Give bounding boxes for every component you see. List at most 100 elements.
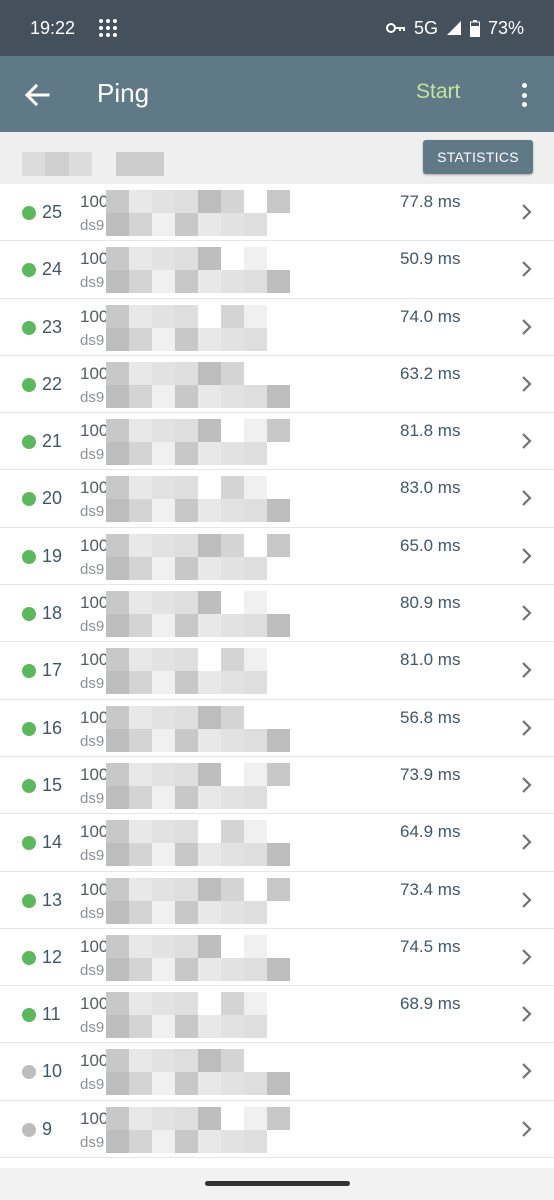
more-vert-icon[interactable] bbox=[514, 80, 534, 110]
host-name: ds9 bbox=[80, 1019, 105, 1037]
signal-icon bbox=[446, 21, 461, 35]
host-name: ds9 bbox=[80, 675, 105, 693]
chevron-right-icon[interactable] bbox=[518, 1004, 536, 1024]
sequence-number: 16 bbox=[42, 717, 63, 738]
response-time: 50.9 ms bbox=[400, 249, 461, 269]
navigation-bar bbox=[0, 1168, 554, 1200]
sequence-number: 11 bbox=[42, 1004, 61, 1025]
chevron-right-icon[interactable] bbox=[518, 431, 536, 451]
sequence-number: 13 bbox=[42, 889, 63, 910]
status-dot-icon bbox=[22, 206, 36, 220]
ping-result-row[interactable]: 19 100 ds9 65.0 ms bbox=[0, 527, 554, 586]
redacted-block bbox=[45, 152, 69, 176]
sequence-number: 12 bbox=[42, 946, 63, 967]
ping-result-row[interactable]: 23 100 ds9 74.0 ms bbox=[0, 298, 554, 356]
chevron-right-icon[interactable] bbox=[518, 947, 536, 967]
ping-result-row[interactable]: 18 100 ds9 80.9 ms bbox=[0, 585, 554, 643]
ping-result-row[interactable]: 15 100 ds9 73.9 ms bbox=[0, 756, 554, 815]
sequence-number: 24 bbox=[42, 259, 63, 280]
statistics-button[interactable]: STATISTICS bbox=[423, 140, 533, 174]
ping-result-row[interactable]: 22 100 ds9 63.2 ms bbox=[0, 355, 554, 414]
ping-result-row[interactable]: 10 100 ds9 bbox=[0, 1043, 554, 1101]
ping-result-row[interactable]: 11 100 ds9 68.9 ms bbox=[0, 986, 554, 1044]
response-time: 80.9 ms bbox=[400, 593, 461, 613]
host-address: 100 bbox=[80, 879, 109, 899]
back-arrow-icon[interactable] bbox=[22, 80, 52, 110]
status-dot-icon bbox=[22, 377, 36, 392]
response-time: 56.8 ms bbox=[400, 707, 461, 727]
host-address: 100 bbox=[80, 192, 109, 211]
redacted-block bbox=[106, 533, 290, 580]
redacted-block bbox=[106, 591, 290, 638]
host-address: 100 bbox=[80, 650, 109, 670]
ping-result-row[interactable]: 21 100 ds9 81.8 ms bbox=[0, 413, 554, 471]
chevron-right-icon[interactable] bbox=[518, 603, 536, 623]
ping-result-row[interactable]: 16 100 ds9 56.8 ms bbox=[0, 699, 554, 757]
status-dot-icon bbox=[22, 1008, 36, 1023]
host-address: 100 bbox=[80, 994, 109, 1014]
host-name: ds9 bbox=[80, 217, 105, 234]
redacted-block bbox=[106, 648, 290, 695]
ping-result-row[interactable]: 9 100 ds9 bbox=[0, 1100, 554, 1159]
host-address: 100 bbox=[80, 478, 109, 498]
chevron-right-icon[interactable] bbox=[518, 1119, 536, 1139]
host-name: ds9 bbox=[80, 1076, 105, 1094]
status-bar: 19:22 5G 73% bbox=[0, 0, 554, 56]
chevron-right-icon[interactable] bbox=[518, 488, 536, 508]
chevron-right-icon[interactable] bbox=[518, 718, 536, 738]
ping-result-row[interactable]: 12 100 ds9 74.5 ms bbox=[0, 928, 554, 987]
host-name: ds9 bbox=[80, 904, 105, 922]
status-dot-icon bbox=[22, 778, 36, 793]
ping-result-row[interactable]: 17 100 ds9 81.0 ms bbox=[0, 642, 554, 700]
redacted-block bbox=[106, 705, 290, 752]
ping-result-row[interactable]: 25 100 ds9 77.8 ms bbox=[0, 184, 554, 242]
sequence-number: 19 bbox=[42, 545, 63, 566]
host-name: ds9 bbox=[80, 732, 105, 750]
chevron-right-icon[interactable] bbox=[518, 202, 536, 222]
host-name: ds9 bbox=[80, 847, 105, 865]
response-time: 65.0 ms bbox=[400, 535, 461, 555]
sequence-number: 21 bbox=[42, 431, 63, 452]
status-dot-icon bbox=[22, 492, 36, 507]
chevron-right-icon[interactable] bbox=[518, 374, 536, 394]
redacted-block bbox=[106, 934, 290, 981]
host-address: 100 bbox=[80, 249, 109, 269]
redacted-block bbox=[106, 762, 290, 809]
host-name: ds9 bbox=[80, 388, 105, 406]
response-time: 73.4 ms bbox=[400, 879, 461, 899]
ping-result-row[interactable]: 13 100 ds9 73.4 ms bbox=[0, 871, 554, 929]
redacted-block bbox=[106, 476, 290, 523]
sequence-number: 22 bbox=[42, 373, 63, 394]
chevron-right-icon[interactable] bbox=[518, 1061, 536, 1081]
status-dot-icon bbox=[22, 263, 36, 278]
sequence-number: 10 bbox=[42, 1061, 63, 1082]
ping-results-list: 25 100 ds9 77.8 ms 24 100 ds9 50.9 ms 23 100 ds9 74… bbox=[0, 184, 554, 1159]
redacted-block bbox=[106, 992, 290, 1039]
home-gesture-handle[interactable] bbox=[205, 1181, 350, 1186]
status-dot-icon bbox=[22, 721, 36, 736]
status-dot-icon bbox=[22, 320, 36, 335]
ping-result-row[interactable]: 24 100 ds9 50.9 ms bbox=[0, 241, 554, 299]
redacted-block bbox=[116, 152, 164, 176]
redacted-block bbox=[106, 1106, 290, 1153]
chevron-right-icon[interactable] bbox=[518, 317, 536, 337]
chevron-right-icon[interactable] bbox=[518, 890, 536, 910]
redacted-block bbox=[106, 419, 290, 466]
chevron-right-icon[interactable] bbox=[518, 546, 536, 566]
chevron-right-icon[interactable] bbox=[518, 775, 536, 795]
sequence-number: 17 bbox=[42, 660, 63, 681]
response-time: 74.5 ms bbox=[400, 936, 461, 956]
ping-result-row[interactable]: 14 100 ds9 64.9 ms bbox=[0, 814, 554, 872]
redacted-block bbox=[106, 190, 290, 236]
status-dot-icon bbox=[22, 664, 36, 679]
sequence-number: 15 bbox=[42, 774, 63, 795]
host-name: ds9 bbox=[80, 560, 105, 578]
host-address: 100 bbox=[80, 421, 109, 441]
chevron-right-icon[interactable] bbox=[518, 832, 536, 852]
app-bar: Ping Start bbox=[0, 56, 554, 132]
chevron-right-icon[interactable] bbox=[518, 660, 536, 680]
ping-result-row[interactable]: 20 100 ds9 83.0 ms bbox=[0, 470, 554, 528]
sequence-number: 14 bbox=[42, 832, 63, 853]
start-button[interactable]: Start bbox=[416, 80, 460, 104]
chevron-right-icon[interactable] bbox=[518, 259, 536, 279]
